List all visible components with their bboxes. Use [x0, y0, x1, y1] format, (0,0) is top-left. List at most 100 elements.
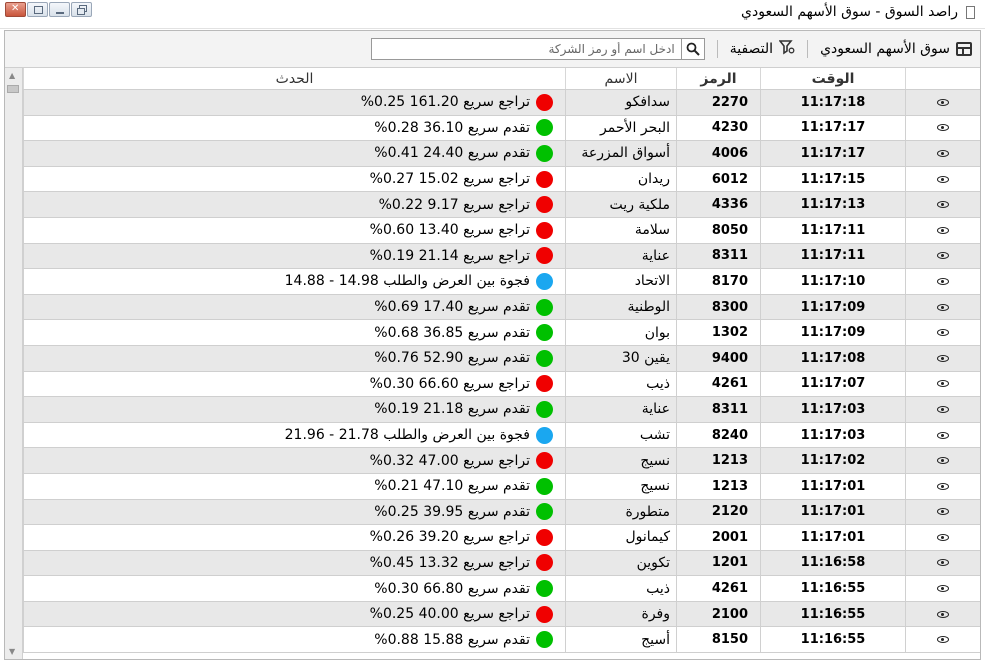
watch-cell[interactable] [905, 345, 980, 371]
table-row[interactable]: 11:17:02 1213 نسيج تراجع سريع 47.00 0.32% [23, 448, 980, 474]
eye-icon[interactable] [937, 124, 949, 132]
watch-cell[interactable] [905, 448, 980, 473]
event-cell: تراجع سريع 9.17 0.22% [23, 192, 565, 217]
watch-cell[interactable] [905, 294, 980, 320]
eye-icon[interactable] [937, 201, 949, 209]
toolbar-divider [807, 40, 809, 58]
header-name[interactable]: الاسم [565, 68, 676, 89]
table-row[interactable]: 11:17:01 2120 متطورة تقدم سريع 39.95 0.25% [23, 499, 980, 526]
eye-icon[interactable] [937, 559, 949, 567]
watch-cell[interactable] [905, 320, 980, 345]
eye-icon[interactable] [937, 303, 949, 311]
symbol-cell: 2100 [676, 601, 760, 627]
watch-cell[interactable] [905, 576, 980, 601]
table-row[interactable]: 11:17:18 2270 سدافكو تراجع سريع 161.20 0.25… [23, 90, 980, 116]
eye-icon[interactable] [937, 149, 949, 157]
vertical-scrollbar[interactable]: ▲ ▼ [5, 68, 23, 659]
symbol-cell: 2001 [676, 525, 760, 550]
watch-cell[interactable] [905, 525, 980, 550]
close-window-button[interactable] [5, 2, 26, 17]
scroll-thumb[interactable] [7, 85, 19, 93]
event-text: تراجع سريع 21.14 0.19% [369, 247, 530, 264]
watch-cell[interactable] [905, 115, 980, 141]
table-row[interactable]: 11:17:13 4336 ملكية ريت تراجع سريع 9.17 0.2… [23, 192, 980, 218]
event-text: تراجع سريع 13.40 0.60% [369, 222, 530, 239]
filter-button[interactable]: التصفية [730, 39, 795, 59]
watch-cell[interactable] [905, 371, 980, 397]
eye-icon[interactable] [937, 610, 949, 618]
time-cell: 11:17:15 [760, 166, 905, 192]
scroll-up-arrow-icon[interactable]: ▲ [9, 71, 15, 80]
watch-cell[interactable] [905, 90, 980, 115]
table-row[interactable]: 11:17:17 4230 البحر الأحمر تقدم سريع 36.10 … [23, 115, 980, 142]
eye-icon[interactable] [937, 636, 949, 644]
event-cell: تراجع سريع 13.40 0.60% [23, 217, 565, 243]
eye-icon[interactable] [937, 585, 949, 593]
search-button[interactable] [680, 38, 705, 60]
eye-icon[interactable] [937, 457, 949, 465]
status-dot-icon [536, 324, 553, 342]
header-symbol[interactable]: الرمز [676, 68, 760, 89]
eye-icon[interactable] [937, 482, 949, 490]
table-row[interactable]: 11:17:01 1213 نسيج تقدم سريع 47.10 0.21% [23, 473, 980, 500]
watch-cell[interactable] [905, 141, 980, 166]
event-cell: تراجع سريع 21.14 0.19% [23, 243, 565, 269]
eye-icon[interactable] [937, 226, 949, 234]
eye-icon[interactable] [937, 354, 949, 362]
header-time[interactable]: الوقت [760, 68, 905, 89]
watch-cell[interactable] [905, 627, 980, 653]
time-cell: 11:16:55 [760, 576, 905, 601]
watch-cell[interactable] [905, 473, 980, 499]
watch-cell[interactable] [905, 550, 980, 576]
watch-cell[interactable] [905, 243, 980, 269]
eye-icon[interactable] [937, 508, 949, 516]
table-row[interactable]: 11:17:08 9400 يقين 30 تقدم سريع 52.90 0.76% [23, 345, 980, 372]
eye-icon[interactable] [937, 175, 949, 183]
market-selector[interactable]: سوق الأسهم السعودي [820, 41, 972, 57]
minimize-window-button[interactable] [49, 2, 70, 17]
title-bar: راصد السوق - سوق الأسهم السعودي [0, 0, 985, 29]
eye-icon[interactable] [937, 405, 949, 413]
table-row[interactable]: 11:16:55 4261 ذيب تقدم سريع 66.80 0.30% [23, 576, 980, 602]
watch-cell[interactable] [905, 269, 980, 294]
restore-window-button[interactable] [71, 2, 92, 17]
watch-cell[interactable] [905, 499, 980, 525]
table-row[interactable]: 11:16:58 1201 تكوين تراجع سريع 13.32 0.45% [23, 550, 980, 577]
table-row[interactable]: 11:17:01 2001 كيمانول تراجع سريع 39.20 0.26… [23, 525, 980, 551]
maximize-window-button[interactable] [27, 2, 48, 17]
eye-icon[interactable] [937, 329, 949, 337]
symbol-cell: 1302 [676, 320, 760, 345]
table-row[interactable]: 11:17:11 8311 عناية تراجع سريع 21.14 0.19% [23, 243, 980, 270]
symbol-cell: 8240 [676, 422, 760, 448]
search-input[interactable] [370, 38, 681, 60]
table-row[interactable]: 11:16:55 2100 وفرة تراجع سريع 40.00 0.25% [23, 601, 980, 628]
eye-icon[interactable] [937, 277, 949, 285]
eye-icon[interactable] [937, 380, 949, 388]
eye-icon[interactable] [937, 533, 949, 541]
eye-icon[interactable] [937, 252, 949, 260]
table-row[interactable]: 11:17:15 6012 ريدان تراجع سريع 15.02 0.27% [23, 166, 980, 193]
name-cell: وفرة [565, 601, 676, 627]
table-row[interactable]: 11:17:09 8300 الوطنية تقدم سريع 17.40 0.69% [23, 294, 980, 321]
table-row[interactable]: 11:17:03 8240 تشب فجوة بين العرض والطلب 21.… [23, 422, 980, 449]
table-row[interactable]: 11:17:07 4261 ذيب تراجع سريع 66.60 0.30% [23, 371, 980, 398]
scroll-down-arrow-icon[interactable]: ▼ [9, 647, 15, 656]
table-row[interactable]: 11:17:11 8050 سلامة تراجع سريع 13.40 0.60% [23, 217, 980, 244]
eye-icon[interactable] [937, 431, 949, 439]
table-row[interactable]: 11:17:03 8311 عناية تقدم سريع 21.18 0.19% [23, 397, 980, 423]
watch-cell[interactable] [905, 422, 980, 448]
symbol-cell: 8050 [676, 217, 760, 243]
watch-cell[interactable] [905, 217, 980, 243]
table-row[interactable]: 11:17:09 1302 بوان تقدم سريع 36.85 0.68% [23, 320, 980, 346]
header-event[interactable]: الحدث [23, 68, 565, 89]
watch-cell[interactable] [905, 192, 980, 217]
watch-cell[interactable] [905, 397, 980, 422]
market-label: سوق الأسهم السعودي [820, 41, 950, 57]
table-row[interactable]: 11:17:17 4006 أسواق المزرعة تقدم سريع 24.40… [23, 141, 980, 167]
table-row[interactable]: 11:17:10 8170 الاتحاد فجوة بين العرض والطلب… [23, 269, 980, 295]
watch-cell[interactable] [905, 601, 980, 627]
eye-icon[interactable] [937, 98, 949, 106]
symbol-cell: 1213 [676, 448, 760, 473]
watch-cell[interactable] [905, 166, 980, 192]
table-row[interactable]: 11:16:55 8150 أسيج تقدم سريع 15.88 0.88% [23, 627, 980, 654]
